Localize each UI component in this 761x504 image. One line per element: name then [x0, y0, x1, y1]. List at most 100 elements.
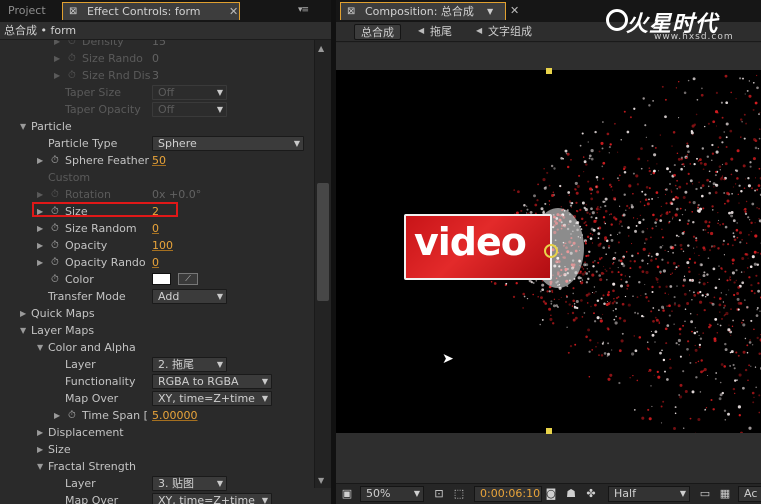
fast-previews-icon[interactable]: ▭	[698, 487, 712, 501]
property-row[interactable]: ▶ ⏱ Opacity 100	[0, 237, 314, 254]
region-of-interest-icon[interactable]: ⊡	[432, 487, 446, 501]
property-value[interactable]: 0	[152, 254, 159, 271]
twirl-closed-icon[interactable]: ▶	[37, 186, 43, 203]
lock-icon[interactable]: ⊠	[69, 3, 77, 21]
property-row[interactable]: Taper Size Off ▼	[0, 84, 314, 101]
checkerboard-icon[interactable]: ▦	[718, 487, 732, 501]
property-dropdown[interactable]: Add ▼	[152, 289, 227, 304]
property-dropdown[interactable]: XY, time=Z+time ▼	[152, 493, 272, 504]
property-value[interactable]: 100	[152, 237, 173, 254]
property-value[interactable]: 3	[152, 67, 159, 84]
stopwatch-icon[interactable]: ⏱	[68, 407, 76, 424]
property-row[interactable]: ▼ Particle	[0, 118, 314, 135]
property-row[interactable]: ▶ ⏱ Sphere Feather 50	[0, 152, 314, 169]
property-row[interactable]: ▶ Size	[0, 441, 314, 458]
property-row[interactable]: Functionality RGBA to RGBA ▼	[0, 373, 314, 390]
property-value[interactable]: 0x +0.0°	[152, 186, 201, 203]
show-snapshot-icon[interactable]: ☗	[564, 487, 578, 501]
twirl-closed-icon[interactable]: ▶	[54, 407, 60, 424]
color-swatch[interactable]	[152, 273, 171, 285]
twirl-closed-icon[interactable]: ▶	[54, 50, 60, 67]
stopwatch-icon[interactable]: ⏱	[68, 40, 76, 50]
property-row[interactable]: ▼ Layer Maps	[0, 322, 314, 339]
twirl-closed-icon[interactable]: ▶	[37, 237, 43, 254]
property-row[interactable]: ▶ ⏱ Time Span [5.00000	[0, 407, 314, 424]
scroll-down-icon[interactable]: ▼	[318, 476, 324, 485]
property-row[interactable]: Layer 3. 贴图 ▼	[0, 475, 314, 492]
twirl-open-icon[interactable]: ▼	[37, 339, 43, 356]
property-row[interactable]: ▶ ⏱ Size Random 0	[0, 220, 314, 237]
always-preview-icon[interactable]: ▣	[340, 487, 354, 501]
property-dropdown[interactable]: RGBA to RGBA ▼	[152, 374, 272, 389]
property-dropdown[interactable]: XY, time=Z+time ▼	[152, 391, 272, 406]
property-row[interactable]: Taper Opacity Off ▼	[0, 101, 314, 118]
scrollbar-thumb[interactable]	[317, 183, 329, 301]
timecode-display[interactable]: 0:00:06:10	[474, 486, 542, 502]
property-row[interactable]: Particle Type Sphere ▼	[0, 135, 314, 152]
snapshot-icon[interactable]: ◙	[544, 487, 558, 501]
stopwatch-icon[interactable]: ⏱	[51, 186, 59, 203]
twirl-closed-icon[interactable]: ▶	[37, 254, 43, 271]
property-value[interactable]: 5.00000	[152, 407, 198, 424]
flow-item-main-comp[interactable]: 总合成	[354, 24, 401, 40]
eyedropper-icon[interactable]: ⟋	[178, 273, 198, 285]
property-dropdown[interactable]: 2. 拖尾 ▼	[152, 357, 227, 372]
anchor-point-icon[interactable]	[544, 244, 558, 258]
property-row[interactable]: ▶ ⏱ Opacity Rando 0	[0, 254, 314, 271]
chevron-down-icon[interactable]: ▼	[487, 3, 493, 21]
vertical-scrollbar[interactable]: ▲ ▼	[314, 40, 331, 488]
stopwatch-icon[interactable]: ⏱	[51, 254, 59, 271]
flow-item-trail[interactable]: 拖尾	[424, 24, 458, 40]
twirl-open-icon[interactable]: ▼	[20, 322, 26, 339]
property-row[interactable]: Transfer Mode Add ▼	[0, 288, 314, 305]
flow-item-text-comp[interactable]: 文字组成	[482, 24, 538, 40]
property-value[interactable]: 15	[152, 40, 166, 50]
stopwatch-icon[interactable]: ⏱	[51, 220, 59, 237]
twirl-open-icon[interactable]: ▼	[37, 458, 43, 475]
twirl-closed-icon[interactable]: ▶	[37, 441, 43, 458]
property-dropdown[interactable]: 3. 贴图 ▼	[152, 476, 227, 491]
property-row[interactable]: ⏱ Color ⟋	[0, 271, 314, 288]
tab-composition[interactable]: ⊠ Composition: 总合成 ▼	[340, 2, 506, 20]
twirl-closed-icon[interactable]: ▶	[20, 305, 26, 322]
tab-effect-controls[interactable]: ⊠ Effect Controls: form ✕	[62, 2, 240, 20]
layer-handle-bottom[interactable]	[546, 428, 552, 434]
property-row[interactable]: Custom	[0, 169, 314, 186]
property-row[interactable]: ▶ Quick Maps	[0, 305, 314, 322]
property-value[interactable]: 50	[152, 152, 166, 169]
stopwatch-icon[interactable]: ⏱	[51, 152, 59, 169]
property-row[interactable]: ▶ ⏱ Size Rnd Dis 3	[0, 67, 314, 84]
layer-handle-top[interactable]	[546, 68, 552, 74]
stopwatch-icon[interactable]: ⏱	[68, 50, 76, 67]
twirl-closed-icon[interactable]: ▶	[37, 424, 43, 441]
active-camera-select[interactable]: Ac	[738, 486, 761, 502]
composition-viewer[interactable]: video ➤	[336, 43, 761, 483]
property-row[interactable]: ▼ Color and Alpha	[0, 339, 314, 356]
tab-project[interactable]: Project	[0, 2, 60, 20]
resolution-select[interactable]: Half ▼	[608, 486, 690, 502]
twirl-closed-icon[interactable]: ▶	[54, 40, 60, 50]
property-row[interactable]: ▶ ⏱ Density 15	[0, 40, 314, 50]
color-channels-icon[interactable]: ✤	[584, 487, 598, 501]
composition-canvas[interactable]: video ➤	[336, 70, 761, 433]
property-row[interactable]: Map Over XY, time=Z+time ▼	[0, 492, 314, 504]
video-logo-layer[interactable]: video	[404, 214, 552, 280]
close-icon[interactable]: ✕	[510, 4, 519, 17]
scroll-up-icon[interactable]: ▲	[318, 44, 324, 53]
zoom-select[interactable]: 50% ▼	[360, 486, 424, 502]
property-row[interactable]: ▼ Fractal Strength	[0, 458, 314, 475]
lock-icon[interactable]: ⊠	[347, 3, 355, 21]
property-dropdown[interactable]: Off ▼	[152, 102, 227, 117]
property-row[interactable]: ▶ ⏱ Rotation 0x +0.0°	[0, 186, 314, 203]
property-row[interactable]: ▶ Displacement	[0, 424, 314, 441]
twirl-closed-icon[interactable]: ▶	[37, 220, 43, 237]
property-row[interactable]: Map Over XY, time=Z+time ▼	[0, 390, 314, 407]
stopwatch-icon[interactable]: ⏱	[68, 67, 76, 84]
close-icon[interactable]: ✕	[229, 3, 238, 21]
property-row[interactable]: ▶ ⏱ Size Rando 0	[0, 50, 314, 67]
stopwatch-icon[interactable]: ⏱	[51, 237, 59, 254]
property-row[interactable]: Layer 2. 拖尾 ▼	[0, 356, 314, 373]
property-dropdown[interactable]: Sphere ▼	[152, 136, 304, 151]
twirl-closed-icon[interactable]: ▶	[54, 67, 60, 84]
transparency-grid-icon[interactable]: ⬚	[452, 487, 466, 501]
